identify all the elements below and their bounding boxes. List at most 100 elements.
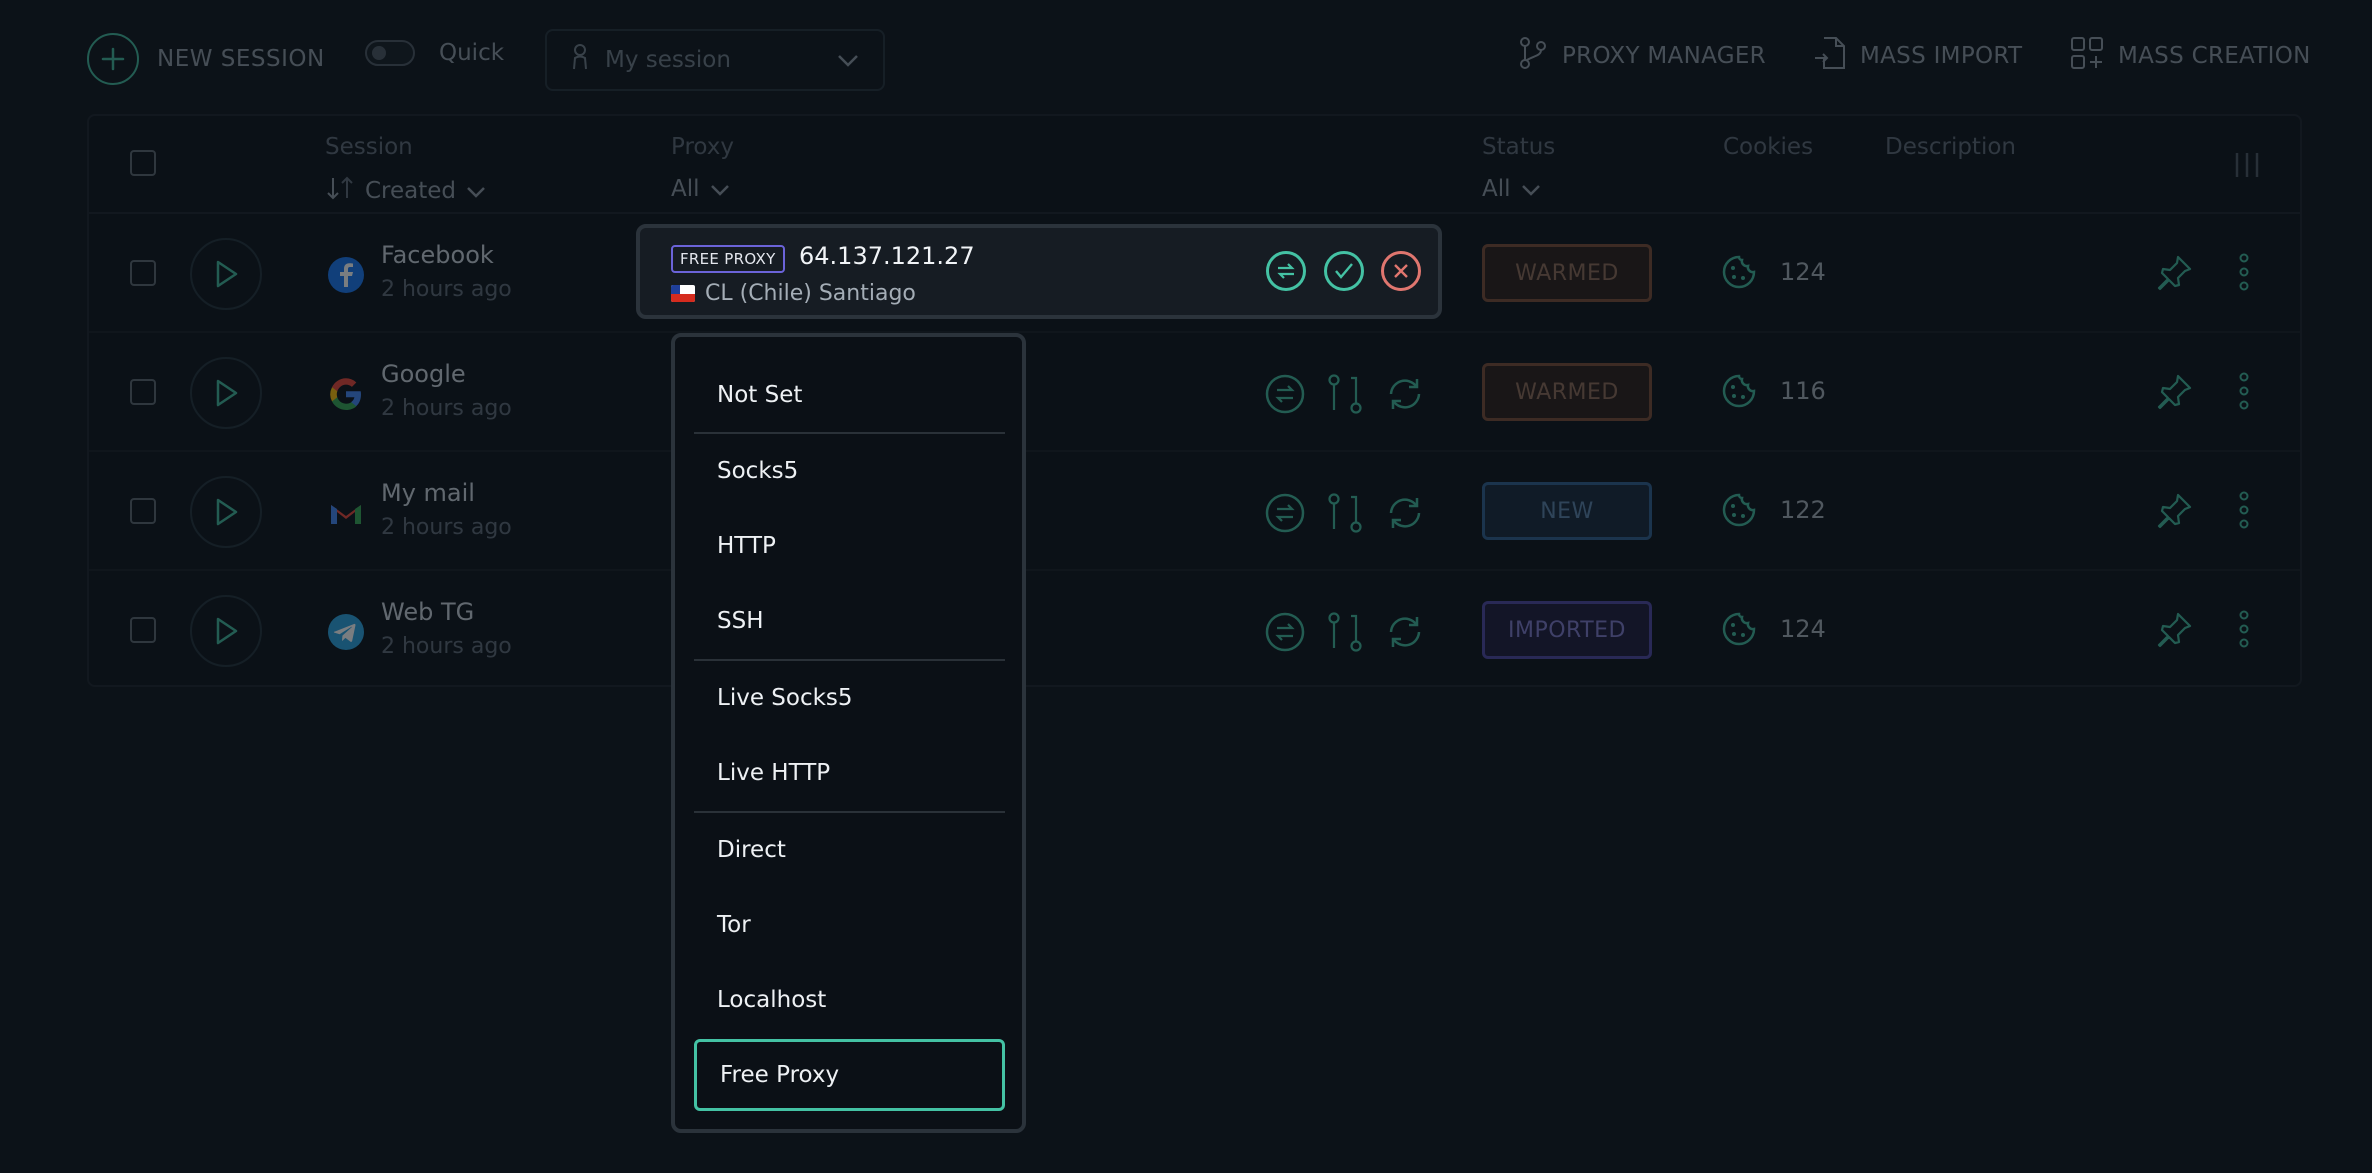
- quick-toggle-group: Quick: [365, 40, 504, 66]
- table-row[interactable]: Google 2 hours ago WARMED 116: [89, 333, 2300, 452]
- row-checkbox[interactable]: [130, 617, 156, 643]
- play-button[interactable]: [190, 476, 262, 548]
- google-icon: [327, 375, 365, 413]
- row-proxy-actions: [1264, 611, 1426, 657]
- pin-icon[interactable]: [2154, 372, 2194, 416]
- top-toolbar: NEW SESSION Quick My session PROXY MANAG…: [0, 0, 2372, 115]
- session-column-header: Session: [325, 134, 413, 160]
- more-options-icon[interactable]: [2237, 371, 2251, 415]
- table-row[interactable]: Web TG 2 hours ago IMPORTED 124: [89, 571, 2300, 690]
- play-button[interactable]: [190, 357, 262, 429]
- row-checkbox[interactable]: [130, 260, 156, 286]
- dropdown-option-live-http[interactable]: Live HTTP: [694, 737, 1005, 809]
- cookie-count: 124: [1780, 615, 1826, 643]
- proxy-location-label: CL (Chile) Santiago: [705, 281, 916, 306]
- cookie-count: 116: [1780, 377, 1826, 405]
- dropdown-option-ssh[interactable]: SSH: [694, 585, 1005, 657]
- more-options-icon[interactable]: [2237, 609, 2251, 653]
- session-time: 2 hours ago: [381, 277, 512, 302]
- status-badge: IMPORTED: [1482, 601, 1652, 659]
- dropdown-divider: [694, 811, 1005, 813]
- row-checkbox[interactable]: [130, 379, 156, 405]
- sessions-table: Session Created Proxy All Status All Coo…: [87, 114, 2302, 687]
- cancel-proxy-button[interactable]: [1381, 251, 1421, 291]
- dropdown-option-localhost[interactable]: Localhost: [694, 964, 1005, 1036]
- table-header: Session Created Proxy All Status All Coo…: [89, 116, 2300, 214]
- status-badge: NEW: [1482, 482, 1652, 540]
- table-row[interactable]: My mail 2 hours ago NEW 122: [89, 452, 2300, 571]
- row-checkbox[interactable]: [130, 498, 156, 524]
- mass-import-button[interactable]: MASS IMPORT: [1814, 36, 2022, 76]
- facebook-icon: [327, 256, 365, 294]
- proxy-manager-button[interactable]: PROXY MANAGER: [1518, 36, 1766, 76]
- dropdown-divider: [694, 432, 1005, 434]
- quick-toggle[interactable]: [365, 40, 415, 66]
- refresh-icon[interactable]: [1384, 373, 1426, 419]
- plus-icon: [87, 33, 139, 85]
- proxy-column-header: Proxy: [671, 134, 735, 160]
- proxy-filter[interactable]: All: [671, 176, 730, 202]
- pin-icon[interactable]: [2154, 253, 2194, 297]
- git-compare-icon[interactable]: [1326, 611, 1364, 657]
- refresh-icon[interactable]: [1384, 492, 1426, 538]
- dropdown-divider: [694, 659, 1005, 661]
- refresh-icon[interactable]: [1384, 611, 1426, 657]
- chile-flag-icon: [671, 285, 695, 302]
- status-filter-value: All: [1482, 176, 1511, 202]
- chevron-down-icon: [466, 178, 486, 204]
- play-button[interactable]: [190, 238, 262, 310]
- user-icon: [571, 43, 589, 77]
- new-session-label: NEW SESSION: [157, 46, 325, 72]
- session-time: 2 hours ago: [381, 396, 512, 421]
- chevron-down-icon: [837, 47, 859, 73]
- columns-settings-icon[interactable]: [2234, 151, 2260, 183]
- proxy-ip: 64.137.121.27: [799, 242, 975, 270]
- git-compare-icon[interactable]: [1326, 492, 1364, 538]
- swap-icon[interactable]: [1264, 492, 1306, 538]
- session-name: Web TG: [381, 598, 475, 626]
- git-compare-icon[interactable]: [1326, 373, 1364, 419]
- swap-icon[interactable]: [1264, 611, 1306, 657]
- pin-icon[interactable]: [2154, 610, 2194, 654]
- swap-icon[interactable]: [1264, 373, 1306, 419]
- status-badge: WARMED: [1482, 244, 1652, 302]
- status-filter[interactable]: All: [1482, 176, 1541, 202]
- dropdown-option-tor[interactable]: Tor: [694, 889, 1005, 961]
- mass-import-label: MASS IMPORT: [1860, 43, 2023, 69]
- session-sort-label: Created: [365, 178, 457, 204]
- swap-proxy-button[interactable]: [1266, 251, 1306, 291]
- cookie-icon: [1721, 373, 1757, 413]
- session-name: My mail: [381, 479, 475, 507]
- proxy-editor[interactable]: FREE PROXY 64.137.121.27 CL (Chile) Sant…: [636, 224, 1442, 319]
- dropdown-option-direct[interactable]: Direct: [694, 814, 1005, 886]
- dropdown-option-live-socks5[interactable]: Live Socks5: [694, 662, 1005, 734]
- select-all-checkbox[interactable]: [130, 150, 156, 176]
- cookie-count: 122: [1780, 496, 1826, 524]
- proxy-type-dropdown: Not Set Socks5 HTTP SSH Live Socks5 Live…: [671, 333, 1026, 1133]
- session-time: 2 hours ago: [381, 634, 512, 659]
- more-options-icon[interactable]: [2237, 252, 2251, 296]
- pin-icon[interactable]: [2154, 491, 2194, 535]
- status-column-header: Status: [1482, 134, 1556, 160]
- cookie-icon: [1721, 254, 1757, 294]
- mass-creation-button[interactable]: MASS CREATION: [2070, 36, 2311, 76]
- dropdown-option-http[interactable]: HTTP: [694, 510, 1005, 582]
- proxy-filter-value: All: [671, 176, 700, 202]
- quick-label: Quick: [439, 40, 505, 66]
- session-select[interactable]: My session: [545, 29, 885, 91]
- session-name: Google: [381, 360, 466, 388]
- proxy-manager-label: PROXY MANAGER: [1562, 43, 1766, 69]
- confirm-proxy-button[interactable]: [1324, 251, 1364, 291]
- grid-plus-icon: [2070, 36, 2104, 76]
- status-badge: WARMED: [1482, 363, 1652, 421]
- description-column-header: Description: [1885, 134, 2016, 160]
- new-session-button[interactable]: NEW SESSION: [87, 33, 325, 85]
- sort-icon: [325, 176, 355, 206]
- dropdown-option-not-set[interactable]: Not Set: [694, 359, 1005, 431]
- play-button[interactable]: [190, 595, 262, 667]
- chevron-down-icon: [1521, 176, 1541, 202]
- dropdown-option-socks5[interactable]: Socks5: [694, 435, 1005, 507]
- dropdown-option-free-proxy[interactable]: Free Proxy: [694, 1039, 1005, 1111]
- session-sort[interactable]: Created: [325, 176, 486, 206]
- more-options-icon[interactable]: [2237, 490, 2251, 534]
